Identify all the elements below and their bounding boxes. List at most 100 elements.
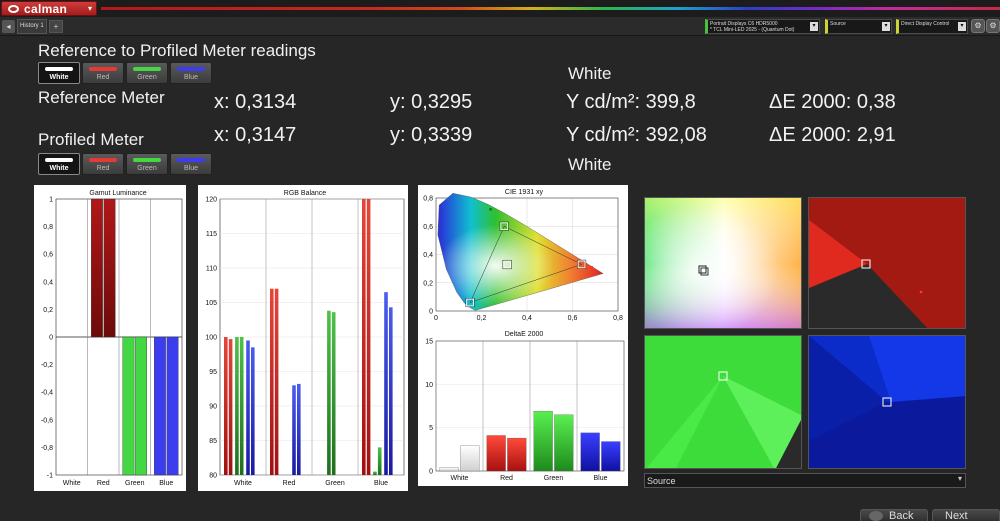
bar-red xyxy=(507,437,527,472)
chevron-down-icon: ▾ xyxy=(958,22,966,31)
y-tick-label: -1 xyxy=(47,473,53,480)
tab-history[interactable]: History 1 xyxy=(17,19,47,34)
bar-r xyxy=(270,288,274,475)
bar-b xyxy=(297,383,301,475)
next-button[interactable]: Next xyxy=(932,509,1000,521)
blue-gamut-swatch xyxy=(808,335,966,469)
y-tick-label: 5 xyxy=(429,425,433,432)
swatch-red[interactable]: Red xyxy=(82,62,124,84)
gamut-luminance-chart: Gamut Luminance 1 0,8 0,6 0,4 0,2 0 -0,2 -0,4 -0,… xyxy=(34,185,186,491)
bar-r xyxy=(366,199,371,475)
swatch-white[interactable]: White xyxy=(38,62,80,84)
y-tick-label: 0,8 xyxy=(43,224,53,231)
chart-title: RGB Balance xyxy=(284,190,327,197)
app-logo-text: calman xyxy=(24,2,68,16)
profiled-y: y: 0,3339 xyxy=(390,124,473,146)
chart-title: DeltaE 2000 xyxy=(505,331,544,338)
x-tick-label: 0 xyxy=(434,315,438,322)
display-control-dropdown[interactable]: Direct Display Control ▾ xyxy=(896,19,968,34)
bar-g xyxy=(373,471,377,475)
swatch-blue[interactable]: Blue xyxy=(170,62,212,84)
profiled-delta-e: ΔE 2000: 2,91 xyxy=(769,124,896,146)
y-tick-label: 120 xyxy=(205,197,217,204)
settings-icon[interactable]: ⚙ xyxy=(971,19,985,33)
x-tick-label: Red xyxy=(500,475,513,482)
chevron-down-icon: ▾ xyxy=(810,22,818,31)
collapse-icon[interactable]: ◂ xyxy=(2,20,15,33)
x-tick-label: Blue xyxy=(593,475,607,482)
chevron-down-icon: ▾ xyxy=(88,4,93,13)
x-tick-label: Green xyxy=(125,480,145,487)
bar-blue xyxy=(580,432,600,472)
reference-meter-label: Reference Meter xyxy=(38,88,165,107)
bar-green xyxy=(135,336,147,476)
y-tick-label: 0,2 xyxy=(43,307,53,314)
bar-blue xyxy=(166,336,179,476)
y-tick-label: 105 xyxy=(205,300,217,307)
bar-blue xyxy=(154,336,166,476)
add-tab-button[interactable]: + xyxy=(49,20,63,33)
x-tick-label: 0,6 xyxy=(568,315,578,322)
y-tick-label: 0 xyxy=(429,469,433,476)
x-tick-label: 0,8 xyxy=(613,315,623,322)
back-label: Back xyxy=(889,510,914,521)
calman-menu-button[interactable]: calman ▾ xyxy=(1,1,97,16)
source-device-dropdown[interactable]: Source ▾ xyxy=(825,19,892,34)
bar-blue xyxy=(601,441,621,472)
swatch-red[interactable]: Red xyxy=(82,153,124,175)
more-icon[interactable]: ⚙ xyxy=(986,19,1000,33)
profiled-swatch-selector: White Red Green Blue xyxy=(38,153,212,175)
x-tick-label: Blue xyxy=(159,480,173,487)
rainbow-strip xyxy=(101,7,1000,10)
bar-white xyxy=(439,467,459,472)
swatch-green[interactable]: Green xyxy=(126,62,168,84)
chevron-down-icon: ▾ xyxy=(882,22,890,31)
page-title: Reference to Profiled Meter readings xyxy=(38,41,316,60)
source-select[interactable]: Source ▾ xyxy=(644,473,966,488)
y-tick-label: 90 xyxy=(209,404,217,411)
y-tick-label: 10 xyxy=(425,382,433,389)
swatch-white[interactable]: White xyxy=(38,153,80,175)
y-tick-label: 0,6 xyxy=(43,252,53,259)
chart-title: CIE 1931 xy xyxy=(505,189,544,196)
bar-red xyxy=(103,198,116,338)
bar-r xyxy=(224,337,228,475)
y-tick-label: 85 xyxy=(209,438,217,445)
swatch-blue[interactable]: Blue xyxy=(170,153,212,175)
back-icon xyxy=(869,511,883,521)
reference-color-label: White xyxy=(568,64,612,83)
x-tick-label: Red xyxy=(283,480,296,487)
y-tick-label: -0,8 xyxy=(41,445,53,452)
y-tick-label: 0,4 xyxy=(43,279,53,286)
back-button[interactable]: Back xyxy=(860,509,928,521)
x-tick-label: White xyxy=(451,475,469,482)
session-toolbar: ◂ History 1 + Portrait Displays C6 HDR50… xyxy=(0,17,1000,36)
bar-green xyxy=(122,336,135,476)
cie-1931-chart: CIE 1931 xy 0 0,2 0,4 0,6 0,8 0 0,2 0,4 0,6 0,8 xyxy=(418,185,628,328)
reference-swatch-selector: White Red Green Blue xyxy=(38,62,212,84)
bar-red xyxy=(486,435,506,472)
bar-g xyxy=(327,310,331,475)
green-gamut-swatch xyxy=(644,335,802,469)
title-bar: calman ▾ xyxy=(0,0,1000,17)
bar-b xyxy=(251,347,255,475)
profiled-luminance: Y cd/m²: 392,08 xyxy=(566,124,707,146)
measured-green-point xyxy=(489,207,492,211)
swatch-green[interactable]: Green xyxy=(126,153,168,175)
y-tick-label: 0,2 xyxy=(423,280,433,287)
rgb-balance-chart: RGB Balance 120 115 110 105 100 95 90 85 80 White R… xyxy=(198,185,408,491)
meter-profile: * TCL Mini-LED 2025 - (Quantum Dot) xyxy=(710,27,795,33)
meter-dropdown[interactable]: Portrait Displays C6 HDR5000 * TCL Mini-… xyxy=(705,19,820,34)
y-tick-label: 0 xyxy=(49,335,53,342)
source-device-label: Source xyxy=(830,21,846,27)
bar-b xyxy=(246,340,250,475)
measured-red-point xyxy=(590,265,594,269)
profiled-meter-label: Profiled Meter xyxy=(38,130,144,149)
y-tick-label: 1 xyxy=(49,197,53,204)
profiled-x: x: 0,3147 xyxy=(214,124,297,146)
y-tick-label: 0,4 xyxy=(423,252,433,259)
chart-title: Gamut Luminance xyxy=(89,190,146,197)
x-tick-label: Green xyxy=(325,480,345,487)
x-tick-label: Green xyxy=(544,475,564,482)
bar-r xyxy=(362,199,366,475)
